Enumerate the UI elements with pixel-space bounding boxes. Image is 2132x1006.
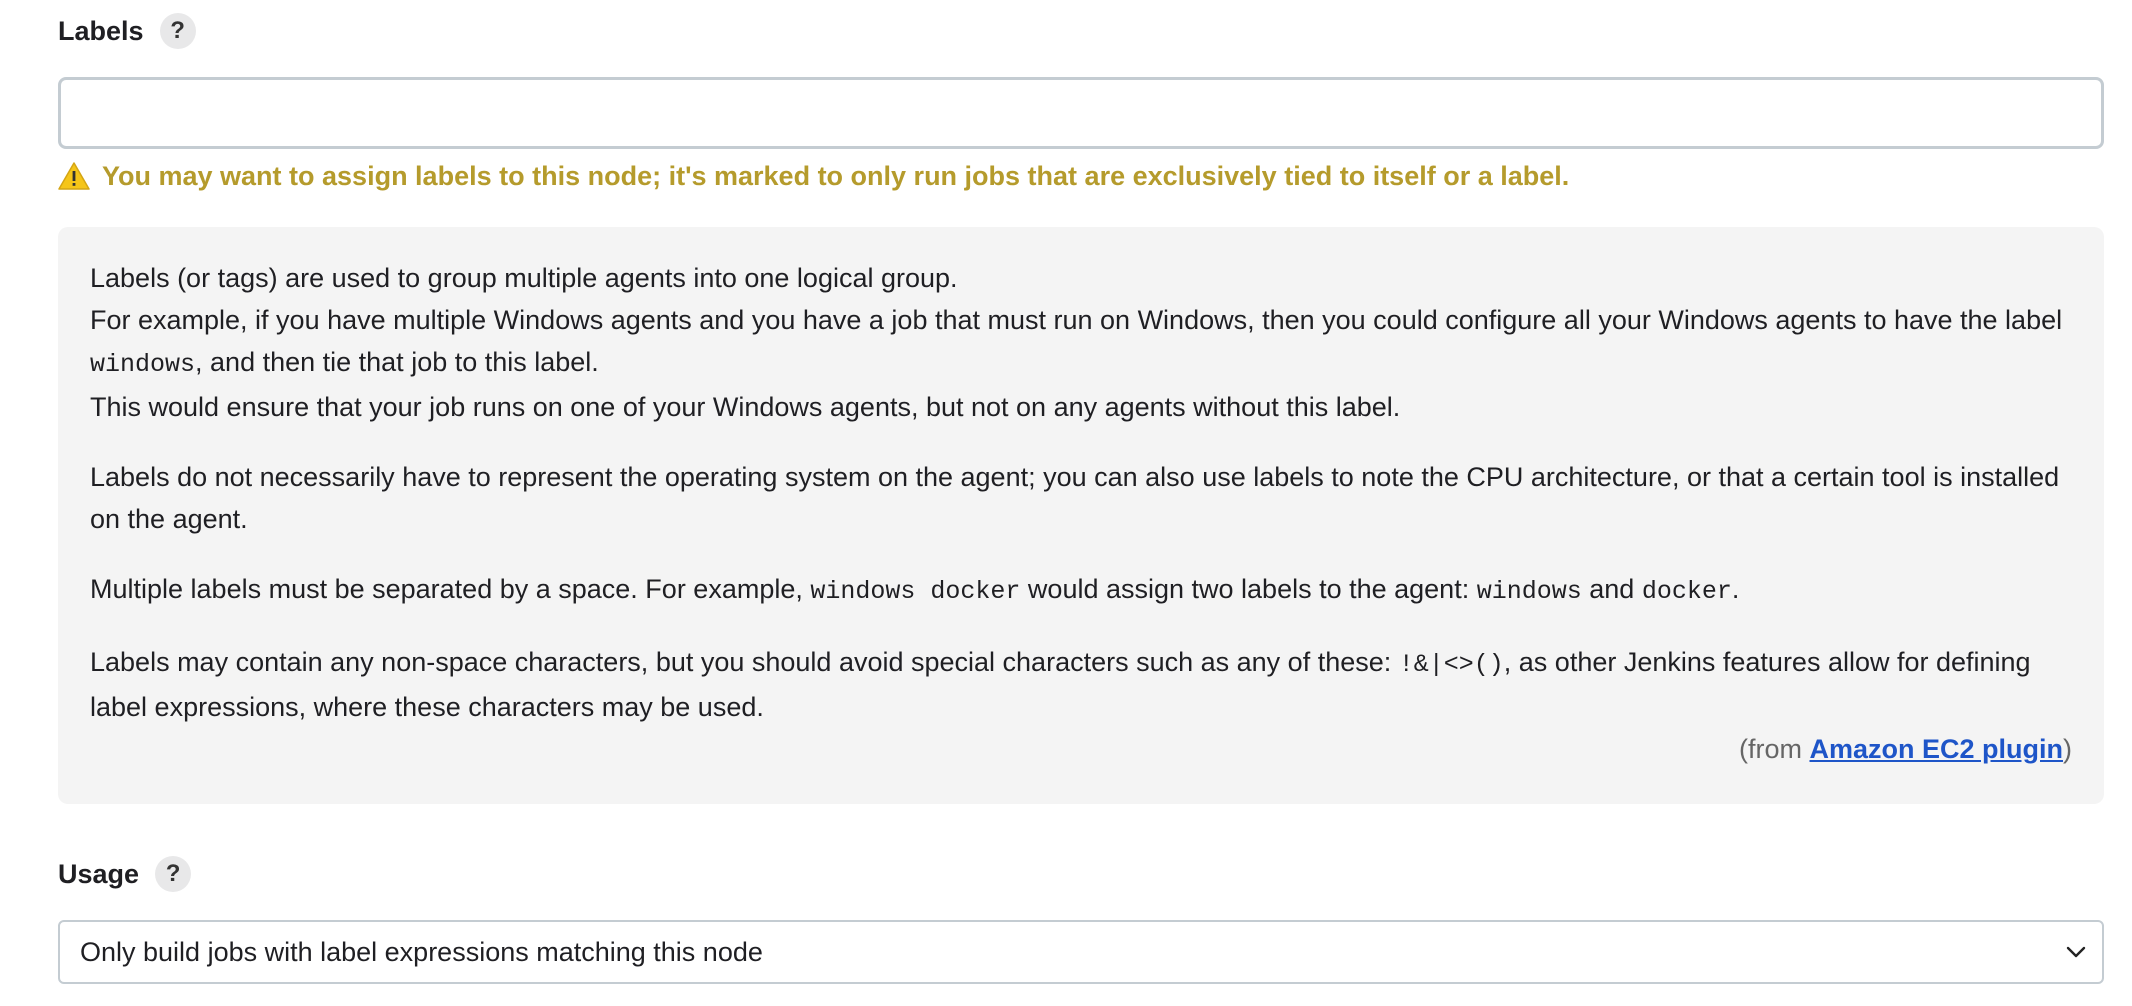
usage-selected-value: Only build jobs with label expressions m…	[80, 936, 763, 967]
page: Labels ? You may want to assign labels t…	[0, 0, 2132, 1006]
node-config-form: Labels ? You may want to assign labels t…	[58, 0, 2104, 984]
help-p1-line2b: , and then tie that job to this label.	[195, 347, 599, 377]
help-p4-a: Labels may contain any non-space charact…	[90, 647, 1399, 677]
labels-warning: You may want to assign labels to this no…	[58, 155, 2104, 197]
help-p1-line2a: For example, if you have multiple Window…	[90, 305, 2063, 335]
warning-triangle-icon	[58, 162, 90, 190]
help-p1-line1: Labels (or tags) are used to group multi…	[90, 263, 958, 293]
help-paragraph-1: Labels (or tags) are used to group multi…	[90, 257, 2072, 428]
help-p4-code: !&|<>()	[1398, 650, 1504, 679]
amazon-ec2-plugin-link[interactable]: Amazon EC2 plugin	[1809, 734, 2063, 764]
labels-help-panel: Labels (or tags) are used to group multi…	[58, 227, 2104, 804]
help-p3-b: would assign two labels to the agent:	[1020, 574, 1477, 604]
help-paragraph-4: Labels may contain any non-space charact…	[90, 641, 2072, 728]
help-p3-a: Multiple labels must be separated by a s…	[90, 574, 811, 604]
help-paragraph-3: Multiple labels must be separated by a s…	[90, 568, 2072, 613]
help-p3-code3: docker	[1641, 577, 1732, 606]
labels-title-text: Labels	[58, 15, 144, 46]
help-from-suffix: )	[2063, 734, 2072, 764]
labels-input[interactable]	[58, 77, 2104, 149]
help-p3-c: and	[1581, 574, 1642, 604]
chevron-down-icon	[2066, 946, 2086, 958]
labels-help-button[interactable]: ?	[159, 13, 196, 49]
help-p2-text: Labels do not necessarily have to repres…	[90, 462, 2060, 534]
usage-help-button[interactable]: ?	[155, 856, 192, 892]
labels-warning-text: You may want to assign labels to this no…	[102, 160, 1570, 191]
help-p3-d: .	[1731, 574, 1740, 604]
help-p1-line3: This would ensure that your job runs on …	[90, 392, 1401, 422]
help-p1-code: windows	[90, 350, 196, 379]
help-source-line: (from Amazon EC2 plugin)	[90, 728, 2072, 770]
usage-field-title: Usage ?	[58, 854, 2104, 894]
help-p3-code2: windows	[1476, 577, 1582, 606]
usage-title-text: Usage	[58, 858, 140, 889]
labels-field-title: Labels ?	[58, 11, 2104, 51]
help-from-prefix: (from	[1738, 734, 1810, 764]
help-paragraph-2: Labels do not necessarily have to repres…	[90, 456, 2072, 540]
usage-select[interactable]: Only build jobs with label expressions m…	[58, 920, 2104, 984]
help-p3-code1: windows docker	[810, 577, 1021, 606]
